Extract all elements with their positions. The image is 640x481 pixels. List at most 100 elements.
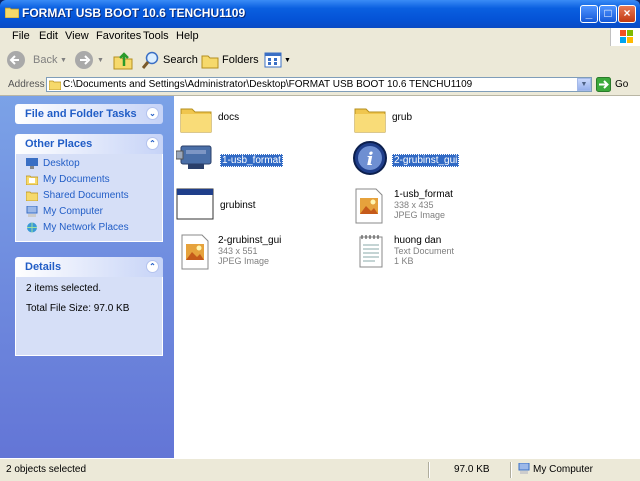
address-dropdown-button[interactable]: ▼ — [577, 78, 591, 91]
address-bar: Address C:\Documents and Settings\Admini… — [0, 75, 640, 96]
file-item-grubinst-gui-jpeg[interactable]: 2-grubinst_gui 343 x 551 JPEG Image — [180, 232, 340, 272]
status-objects: 2 objects selected — [6, 464, 87, 475]
go-arrow-icon — [596, 77, 611, 92]
close-button[interactable]: × — [618, 5, 636, 23]
up-folder-icon — [113, 52, 133, 70]
title-bar[interactable]: FORMAT USB BOOT 10.6 TENCHU1109 _ □ × — [0, 0, 640, 28]
folders-icon — [201, 51, 219, 69]
views-button[interactable]: ▼ — [262, 49, 292, 71]
status-divider — [428, 462, 430, 478]
search-label: Search — [163, 54, 198, 66]
status-divider — [510, 462, 512, 478]
menu-help[interactable]: Help — [176, 30, 199, 42]
panel-title: Details — [25, 261, 62, 273]
task-pane: File and Folder Tasks ⌄ Other Places ⌃ D… — [0, 96, 174, 460]
file-item-grubinst[interactable]: grubinst — [176, 186, 336, 224]
panel-title: Other Places — [25, 138, 93, 150]
search-icon — [142, 51, 160, 69]
details-header[interactable]: Details ⌃ — [15, 257, 163, 277]
other-places-body: Desktop My Documents Shared Documents My… — [15, 154, 163, 242]
details-selected: 2 items selected. — [26, 283, 102, 294]
desktop-icon — [26, 158, 38, 169]
menu-file[interactable]: File — [12, 30, 30, 42]
file-item-grub[interactable]: grub — [354, 101, 514, 135]
file-name: 2-grubinst_gui — [392, 154, 460, 167]
chevron-down-icon[interactable]: ▼ — [97, 57, 104, 64]
place-my-network-places[interactable]: My Network Places — [43, 222, 129, 233]
status-bar: 2 objects selected 97.0 KB My Computer — [0, 458, 640, 481]
forward-button[interactable]: ▼ — [74, 49, 104, 71]
chevron-down-icon[interactable]: ▼ — [60, 57, 67, 64]
network-places-icon — [26, 222, 38, 233]
menu-edit[interactable]: Edit — [39, 30, 58, 42]
place-shared-documents[interactable]: Shared Documents — [43, 190, 129, 201]
folders-button[interactable]: Folders — [199, 49, 259, 71]
file-name: grub — [392, 112, 413, 123]
back-button[interactable]: Back ▼ — [6, 49, 68, 71]
folders-label: Folders — [222, 54, 259, 66]
file-name: huong dan — [394, 235, 442, 246]
status-size: 97.0 KB — [454, 464, 490, 475]
place-desktop[interactable]: Desktop — [43, 158, 80, 169]
menu-tools[interactable]: Tools — [143, 30, 169, 42]
address-label: Address — [8, 79, 45, 90]
maximize-button[interactable]: □ — [599, 5, 617, 23]
status-location: My Computer — [533, 464, 594, 475]
jpeg-image-icon — [354, 188, 384, 224]
svg-text:i: i — [367, 149, 374, 170]
file-type: JPEG Image — [218, 256, 270, 266]
place-my-documents[interactable]: My Documents — [43, 174, 110, 185]
window-title: FORMAT USB BOOT 10.6 TENCHU1109 — [22, 6, 246, 20]
menu-favorites[interactable]: Favorites — [96, 30, 141, 42]
jpeg-image-icon — [180, 234, 210, 270]
file-item-usb-format-app[interactable]: 1-usb_format — [176, 140, 336, 178]
file-item-docs[interactable]: docs — [180, 101, 340, 135]
folder-icon — [49, 79, 61, 90]
file-item-grubinst-gui-app[interactable]: i 2-grubinst_gui — [352, 140, 512, 178]
go-button[interactable]: Go — [596, 77, 636, 93]
file-item-huong-dan[interactable]: huong dan Text Document 1 KB — [354, 232, 514, 272]
file-name: grubinst — [220, 200, 256, 211]
back-arrow-icon — [6, 50, 26, 70]
image-dimensions: 343 x 551 — [218, 246, 258, 256]
file-name: 1-usb_format — [394, 189, 453, 200]
folder-icon — [180, 103, 212, 133]
address-input[interactable]: C:\Documents and Settings\Administrator\… — [46, 77, 592, 92]
other-places-header[interactable]: Other Places ⌃ — [15, 134, 163, 154]
minimize-button[interactable]: _ — [580, 5, 598, 23]
image-dimensions: 338 x 435 — [394, 200, 434, 210]
place-my-computer[interactable]: My Computer — [43, 206, 103, 217]
file-size: 1 KB — [394, 256, 414, 266]
windows-logo-icon — [610, 28, 640, 46]
folder-icon — [354, 103, 386, 133]
file-type: JPEG Image — [394, 210, 446, 220]
address-path: C:\Documents and Settings\Administrator\… — [63, 79, 473, 90]
up-folder-button[interactable] — [112, 49, 134, 71]
file-folder-tasks-header[interactable]: File and Folder Tasks ⌄ — [15, 104, 163, 124]
chevron-down-icon[interactable]: ▼ — [284, 57, 291, 64]
chevron-up-icon[interactable]: ⌃ — [146, 137, 159, 150]
search-button[interactable]: Search — [140, 49, 198, 71]
toolbar: Back ▼ ▼ Search Folders ▼ — [0, 46, 640, 76]
shared-documents-icon — [26, 190, 38, 201]
menu-bar: File Edit View Favorites Tools Help — [0, 28, 640, 47]
my-documents-icon — [26, 174, 38, 185]
text-document-icon — [358, 234, 384, 268]
info-icon: i — [352, 140, 388, 176]
back-label: Back — [33, 54, 58, 66]
details-body: 2 items selected. Total File Size: 97.0 … — [15, 277, 163, 356]
menu-view[interactable]: View — [65, 30, 89, 42]
details-size: Total File Size: 97.0 KB — [26, 303, 130, 314]
forward-arrow-icon — [74, 50, 94, 70]
folder-window-icon — [5, 6, 19, 18]
my-computer-icon — [26, 206, 38, 217]
chevron-down-icon[interactable]: ⌄ — [146, 107, 159, 120]
chevron-up-icon[interactable]: ⌃ — [146, 260, 159, 273]
file-name: docs — [218, 112, 240, 123]
usb-drive-icon — [176, 142, 214, 172]
views-icon — [264, 51, 282, 69]
go-label: Go — [615, 79, 629, 90]
file-item-usb-format-jpeg[interactable]: 1-usb_format 338 x 435 JPEG Image — [354, 186, 514, 226]
my-computer-icon — [518, 463, 530, 475]
panel-title: File and Folder Tasks — [25, 108, 137, 120]
